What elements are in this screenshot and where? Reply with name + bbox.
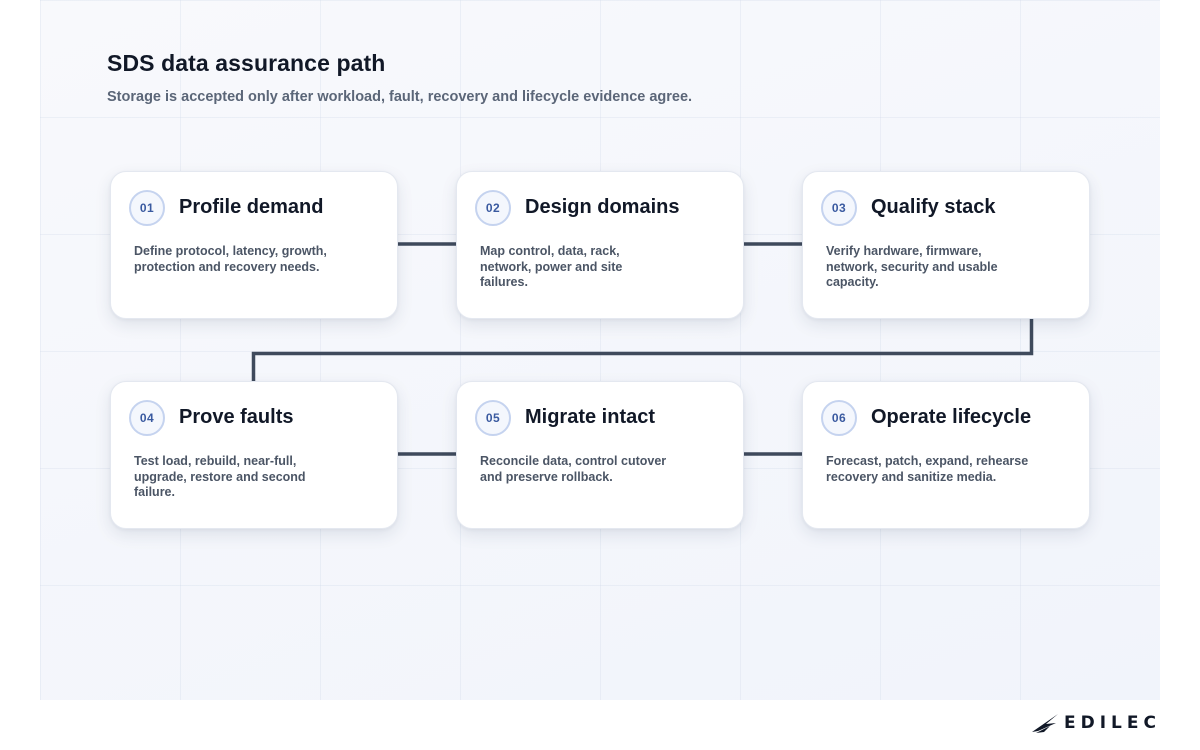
connector-03-04 xyxy=(251,319,1034,381)
step-number-badge: 01 xyxy=(129,190,165,226)
step-card-operate-lifecycle: 06 Operate lifecycle Forecast, patch, ex… xyxy=(802,381,1090,529)
step-card-qualify-stack: 03 Qualify stack Verify hardware, firmwa… xyxy=(802,171,1090,319)
step-description: Verify hardware, firmware, network, secu… xyxy=(826,244,998,289)
step-title: Prove faults xyxy=(179,406,294,428)
step-description: Define protocol, latency, growth, protec… xyxy=(134,244,327,274)
step-card-prove-faults: 04 Prove faults Test load, rebuild, near… xyxy=(110,381,398,529)
step-number-badge: 02 xyxy=(475,190,511,226)
step-title: Operate lifecycle xyxy=(871,406,1032,428)
step-card-migrate-intact: 05 Migrate intact Reconcile data, contro… xyxy=(456,381,744,529)
connector-lines xyxy=(251,242,1034,456)
step-card-profile-demand: 01 Profile demand Define protocol, laten… xyxy=(110,171,398,319)
step-title: Profile demand xyxy=(179,196,324,218)
step-number-badge: 03 xyxy=(821,190,857,226)
step-number-badge: 05 xyxy=(475,400,511,436)
step-description: Map control, data, rack, network, power … xyxy=(480,244,623,289)
brand-logo: EDILEC xyxy=(1030,710,1161,736)
brand-name: EDILEC xyxy=(1064,713,1161,733)
bird-wing-icon xyxy=(1032,714,1058,733)
step-title: Design domains xyxy=(525,196,680,218)
step-description: Reconcile data, control cutover and pres… xyxy=(480,454,667,484)
step-description: Forecast, patch, expand, rehearse recove… xyxy=(826,454,1029,484)
step-title: Qualify stack xyxy=(871,196,996,218)
step-number-badge: 06 xyxy=(821,400,857,436)
step-description: Test load, rebuild, near-full, upgrade, … xyxy=(134,454,306,499)
step-card-design-domains: 02 Design domains Map control, data, rac… xyxy=(456,171,744,319)
step-title: Migrate intact xyxy=(525,406,656,428)
step-number-badge: 04 xyxy=(129,400,165,436)
